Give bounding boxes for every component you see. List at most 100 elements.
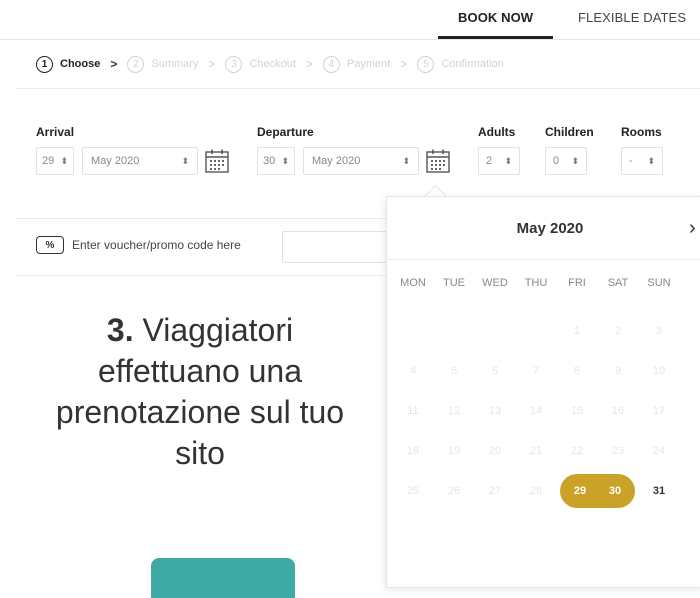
calendar-day[interactable]: 29: [560, 474, 600, 508]
calendar-day: 13: [488, 405, 502, 417]
arrival-month-value: May 2020: [91, 155, 140, 167]
step-payment[interactable]: 4 Payment: [322, 55, 391, 73]
dropdown-arrow-icon: ⬍: [402, 155, 410, 166]
dropdown-arrow-icon: ⬍: [504, 155, 512, 166]
calendar-day: 20: [488, 445, 502, 457]
calendar-day: 14: [529, 405, 543, 417]
rooms-select[interactable]: - ⬍: [621, 147, 663, 175]
dropdown-arrow-icon: ⬍: [181, 155, 189, 166]
booking-steps: 1 Choose > 2 Summary > 3 Checkout > 4 Pa…: [36, 53, 504, 75]
calendar-day: 22: [570, 445, 584, 457]
promo-caption: Viaggiatori effettuano una prenotazione …: [55, 312, 345, 471]
divider: [16, 218, 386, 219]
step-checkout[interactable]: 3 Checkout: [225, 55, 296, 73]
calendar-day: 17: [652, 405, 666, 417]
step-label: Choose: [60, 58, 101, 70]
departure-month-select[interactable]: May 2020 ⬍: [303, 147, 419, 175]
children-label: Children: [545, 125, 594, 139]
step-number: 2: [127, 55, 145, 73]
step-number: 4: [322, 55, 340, 73]
weekday-label: SUN: [647, 277, 671, 289]
adults-select[interactable]: 2 ⬍: [478, 147, 520, 175]
dropdown-arrow-icon: ⬍: [647, 155, 655, 166]
calendar-day[interactable]: 30: [595, 474, 635, 508]
arrival-month-select[interactable]: May 2020 ⬍: [82, 147, 198, 175]
arrival-day-select[interactable]: 29 ⬍: [36, 147, 74, 175]
calendar-day: 1: [573, 325, 581, 337]
dropdown-arrow-icon: ⬍: [60, 155, 68, 166]
step-choose[interactable]: 1 Choose: [36, 55, 101, 73]
voucher-tag-icon: %: [36, 236, 64, 254]
calendar-day[interactable]: 31: [642, 474, 676, 508]
step-number: 3: [225, 55, 243, 73]
dropdown-arrow-icon: ⬍: [571, 155, 579, 166]
step-label: Payment: [346, 58, 391, 70]
chevron-right-icon: >: [305, 57, 313, 71]
children-select[interactable]: 0 ⬍: [545, 147, 587, 175]
step-number: 5: [417, 55, 435, 73]
weekday-label: MON: [400, 277, 426, 289]
voucher-input[interactable]: [282, 231, 392, 263]
calendar-day: 19: [447, 445, 461, 457]
calendar-month-title: May 2020: [516, 220, 584, 237]
calendar-day: 4: [409, 365, 417, 377]
calendar-day: 2: [614, 325, 622, 337]
calendar-day: 27: [488, 485, 502, 497]
promo-text: 3. Viaggiatori effettuano una prenotazio…: [40, 310, 360, 474]
calendar-day: 11: [407, 405, 419, 417]
voucher-label: Enter voucher/promo code here: [72, 238, 241, 252]
departure-label: Departure: [257, 125, 314, 139]
date-picker-popup: May 2020 › MON TUE WED THU FRI SAT SUN 1234567…: [386, 196, 700, 588]
weekday-label: FRI: [568, 277, 586, 289]
tab-flexible-dates[interactable]: FLEXIBLE DATES: [578, 10, 686, 38]
calendar-day: 24: [652, 445, 666, 457]
departure-day-value: 30: [263, 155, 276, 167]
arrival-calendar-icon[interactable]: [204, 148, 230, 174]
arrival-day-value: 29: [42, 155, 55, 167]
chevron-right-icon: >: [110, 57, 118, 71]
weekday-label: TUE: [443, 277, 465, 289]
step-label: Summary: [151, 58, 199, 70]
divider: [387, 259, 700, 260]
calendar-day: 3: [655, 325, 663, 337]
cta-button[interactable]: [151, 558, 295, 598]
calendar-day: 8: [573, 365, 581, 377]
calendar-day: 6: [491, 365, 499, 377]
calendar-day: 25: [406, 485, 420, 497]
weekday-label: THU: [524, 277, 548, 289]
adults-label: Adults: [478, 125, 516, 139]
tab-book-now[interactable]: BOOK NOW: [437, 10, 554, 39]
divider: [16, 88, 700, 89]
divider: [16, 275, 386, 276]
calendar-day: 23: [611, 445, 625, 457]
calendar-day: 5: [450, 365, 458, 377]
departure-day-select[interactable]: 30 ⬍: [257, 147, 295, 175]
chevron-right-icon: >: [208, 57, 216, 71]
weekday-label: WED: [482, 277, 508, 289]
chevron-right-icon: >: [400, 57, 408, 71]
calendar-day: 9: [614, 365, 622, 377]
dropdown-arrow-icon: ⬍: [281, 155, 289, 166]
chevron-right-icon[interactable]: ›: [689, 217, 696, 240]
calendar-day: 16: [611, 405, 625, 417]
weekday-label: SAT: [607, 277, 629, 289]
adults-value: 2: [486, 155, 493, 167]
rooms-label: Rooms: [621, 125, 662, 139]
calendar-day: 28: [529, 485, 543, 497]
children-value: 0: [553, 155, 560, 167]
divider: [0, 39, 700, 40]
calendar-day: 21: [529, 445, 543, 457]
calendar-day: 18: [406, 445, 420, 457]
calendar-day: 10: [652, 365, 666, 377]
step-summary[interactable]: 2 Summary: [127, 55, 199, 73]
calendar-day: 15: [570, 405, 584, 417]
top-tab-bar: BOOK NOW FLEXIBLE DATES: [0, 0, 700, 40]
calendar-day: 12: [447, 405, 461, 417]
step-confirmation[interactable]: 5 Confirmation: [417, 55, 504, 73]
step-label: Checkout: [249, 58, 296, 70]
calendar-day: 7: [532, 365, 540, 377]
promo-number: 3.: [106, 312, 134, 348]
departure-calendar-icon[interactable]: [425, 148, 451, 174]
rooms-value: -: [629, 155, 633, 167]
arrival-label: Arrival: [36, 125, 75, 139]
